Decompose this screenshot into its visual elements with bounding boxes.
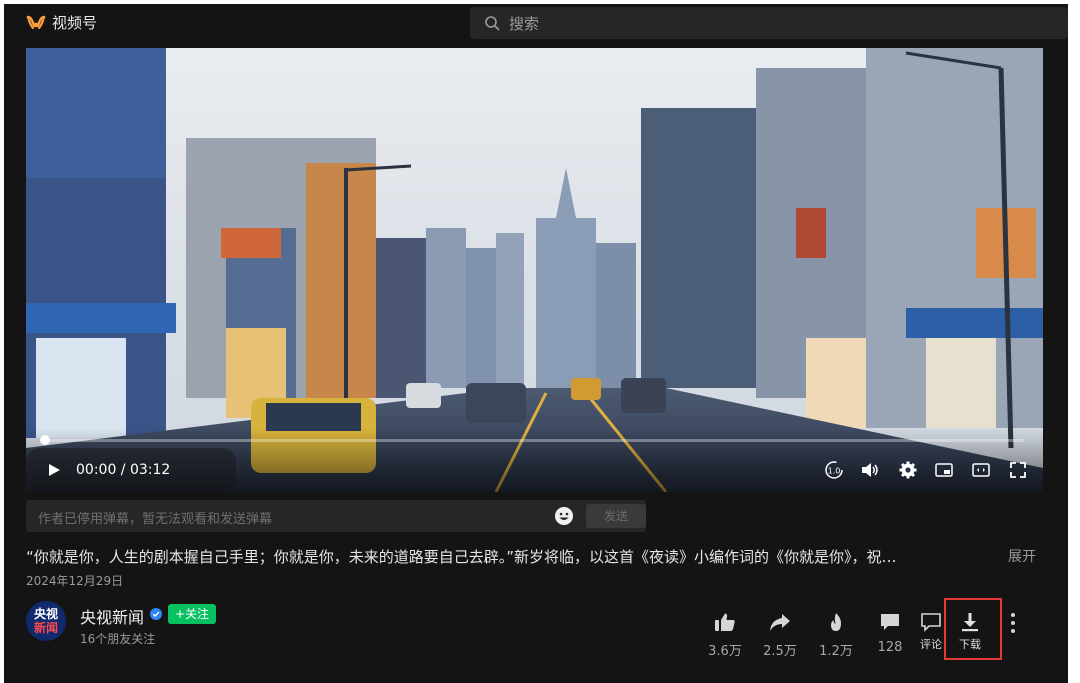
search-input[interactable]: 搜索: [470, 7, 1068, 39]
share-count: 2.5万: [763, 644, 797, 659]
controls-overlay: [26, 428, 1043, 492]
play-icon[interactable]: [46, 462, 62, 478]
danmaku-bar: 作者已停用弹幕，暂无法观看和发送弹幕 发送: [26, 500, 646, 532]
picture-in-picture-icon[interactable]: [934, 460, 954, 480]
comment-bubble-icon: [881, 614, 899, 630]
theater-mode-icon[interactable]: [971, 460, 991, 480]
publish-date: 2024年12月29日: [26, 574, 124, 588]
channels-window: 视频号 搜索 00:00 / 03:12 1.0 作者已停用弹幕，暂无法观看和发…: [4, 4, 1068, 683]
progress-handle[interactable]: [40, 435, 50, 445]
more-options-icon[interactable]: [1006, 610, 1020, 636]
video-player[interactable]: 00:00 / 03:12 1.0: [26, 48, 1043, 492]
comment-outline-icon: [921, 613, 941, 632]
volume-icon[interactable]: [860, 460, 880, 480]
avatar-text-line1: 央视: [33, 607, 58, 621]
verified-badge-icon: [150, 608, 162, 620]
follow-button[interactable]: +关注: [168, 604, 216, 624]
avatar-text-line2: 新闻: [33, 621, 58, 635]
top-bar: 视频号 搜索: [4, 4, 1068, 42]
app-name: 视频号: [52, 14, 98, 32]
time-display: 00:00 / 03:12: [76, 462, 171, 478]
author-avatar[interactable]: 央视 新闻: [26, 601, 66, 641]
video-frame-city-street: [26, 48, 1043, 492]
like-count: 3.6万: [708, 644, 742, 659]
settings-gear-icon[interactable]: [898, 460, 918, 480]
friends-following: 16个朋友关注: [80, 632, 156, 646]
app-logo[interactable]: 视频号: [26, 12, 97, 33]
emoji-icon[interactable]: [554, 506, 574, 526]
video-description: “你就是你，人生的剧本握自己手里；你就是你，未来的道路要自己去辟。”新岁将临，以…: [26, 548, 897, 566]
like-button[interactable]: 3.6万: [701, 612, 749, 659]
playback-speed-icon[interactable]: 1.0: [824, 460, 844, 480]
hot-count: 1.2万: [819, 644, 853, 659]
progress-bar[interactable]: [44, 439, 1024, 442]
playback-speed-label: 1.0: [828, 467, 841, 476]
hot-button[interactable]: 1.2万: [812, 612, 860, 659]
fullscreen-icon[interactable]: [1008, 460, 1028, 480]
search-icon: [485, 16, 500, 31]
author-name[interactable]: 央视新闻: [80, 604, 144, 628]
download-highlight-box: [944, 598, 1002, 660]
flame-icon: [831, 613, 841, 631]
danmaku-input[interactable]: 作者已停用弹幕，暂无法观看和发送弹幕: [38, 508, 272, 527]
channels-logo-icon: [26, 15, 46, 29]
send-button[interactable]: 发送: [586, 504, 646, 528]
share-button[interactable]: 2.5万: [756, 612, 804, 659]
expand-link[interactable]: 展开: [1008, 546, 1036, 566]
search-placeholder: 搜索: [509, 14, 540, 33]
thumbs-up-icon: [715, 613, 735, 631]
share-arrow-icon: [770, 614, 790, 631]
